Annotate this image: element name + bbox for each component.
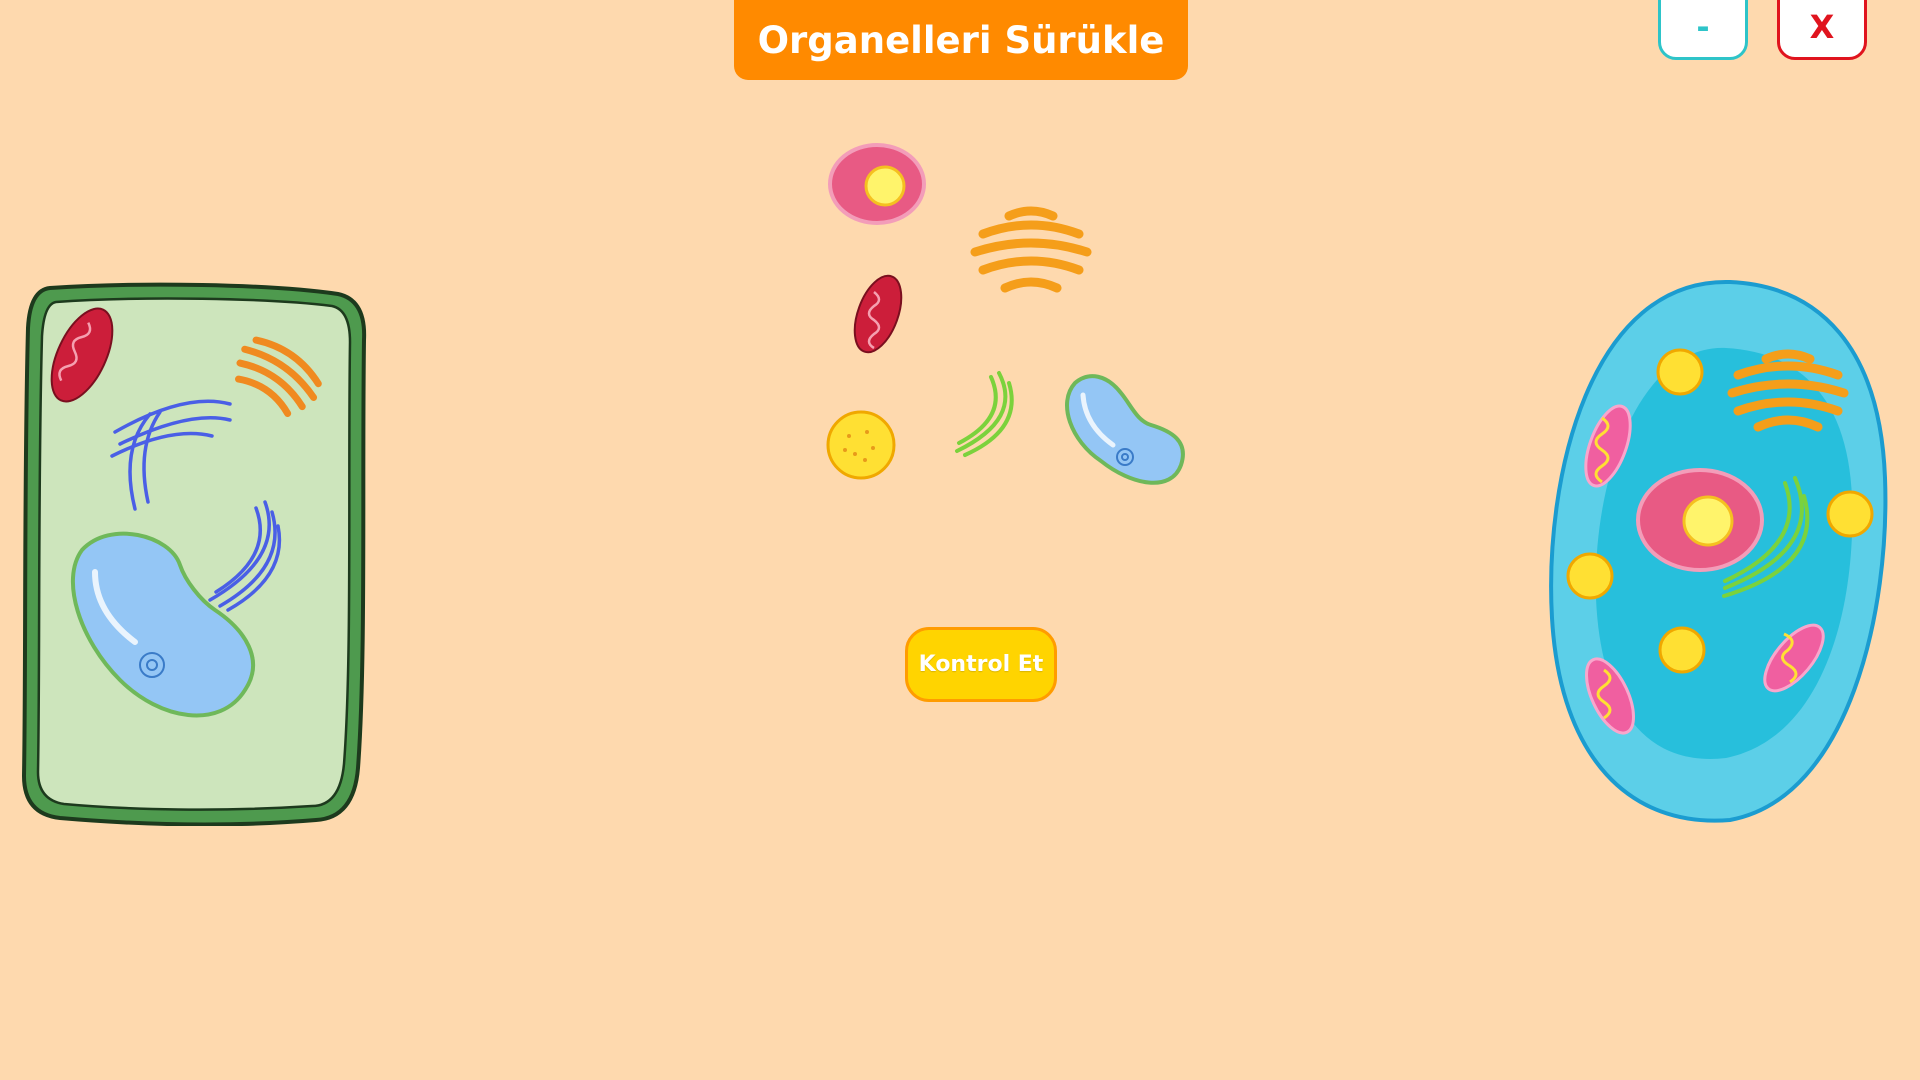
animal-cell	[1530, 278, 1890, 826]
plant-cell-illustration	[21, 282, 367, 826]
vacuole-draggable[interactable]	[1061, 369, 1189, 503]
plant-cell	[20, 280, 370, 826]
vacuole-icon	[1065, 374, 1185, 485]
endoplasmic-reticulum-icon	[955, 371, 1014, 457]
nucleus-icon	[828, 143, 926, 225]
lysosome-draggable[interactable]	[823, 410, 899, 480]
page-title: Organelleri Sürükle	[734, 0, 1188, 80]
close-label: X	[1809, 8, 1835, 46]
minimize-button[interactable]: -	[1658, 0, 1748, 60]
nucleus-draggable[interactable]	[826, 141, 928, 227]
mitochondrion-icon	[853, 274, 903, 354]
animal-cell-illustration	[1549, 279, 1888, 823]
mitochondrion-draggable[interactable]	[848, 270, 908, 358]
page-title-text: Organelleri Sürükle	[757, 18, 1165, 62]
close-button[interactable]: X	[1777, 0, 1867, 60]
check-button-label: Kontrol Et	[918, 652, 1044, 677]
lysosome-icon	[826, 410, 896, 480]
er-draggable[interactable]	[951, 367, 1023, 459]
golgi-apparatus-icon	[970, 206, 1092, 293]
minimize-label: -	[1696, 8, 1710, 46]
check-button[interactable]: Kontrol Et	[905, 627, 1057, 702]
golgi-draggable[interactable]	[965, 202, 1097, 302]
